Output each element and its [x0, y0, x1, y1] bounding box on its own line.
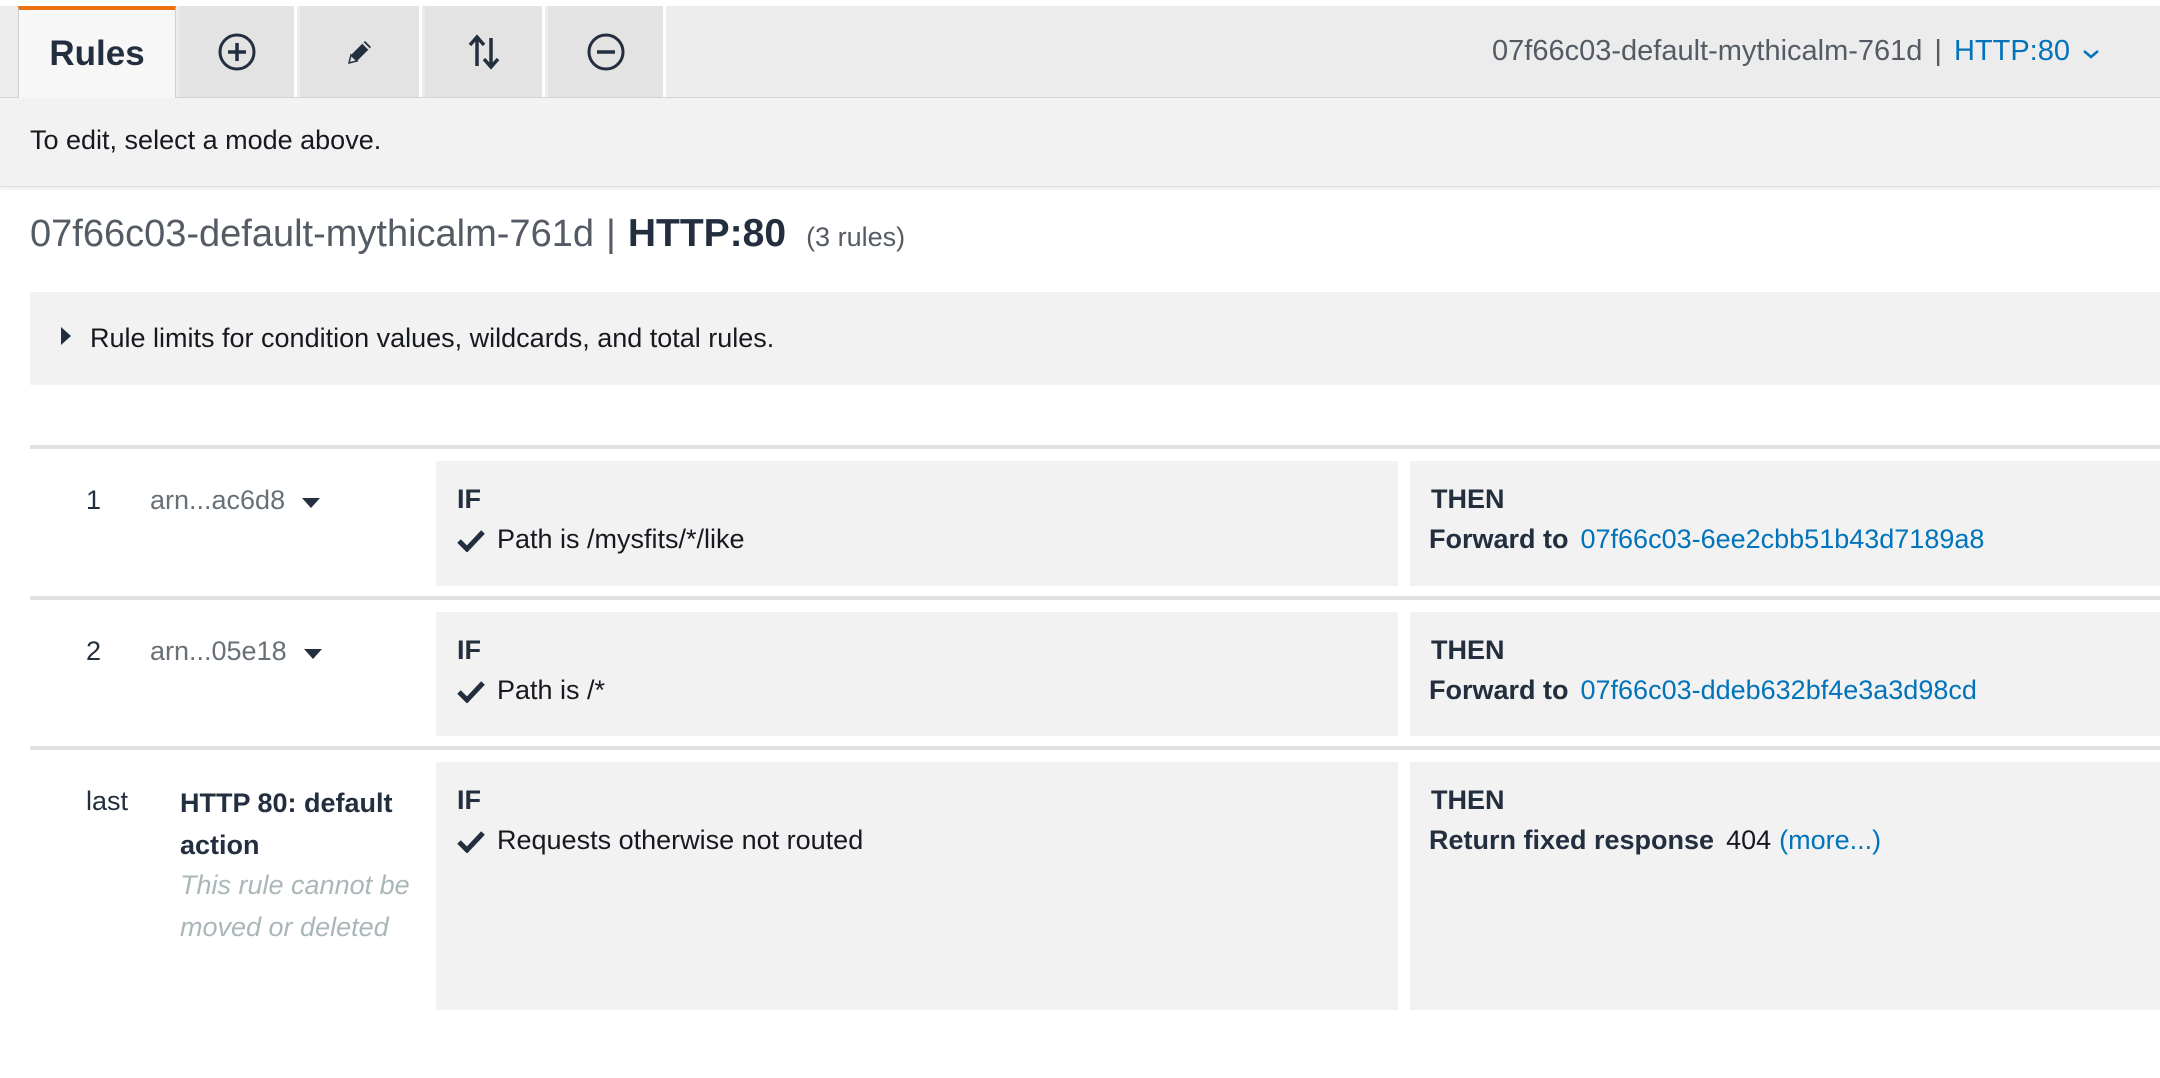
listener-selector[interactable]: 07f66c03-default-mythicalm-761d | HTTP:8… [1492, 6, 2100, 97]
rule-arn[interactable]: arn...05e18 [150, 636, 287, 667]
then-panel: THEN Forward to 07f66c03-ddeb632bf4e3a3d… [1410, 612, 2160, 736]
if-panel: IF Path is /mysfits/*/like [436, 461, 1398, 586]
title-load-balancer: 07f66c03-default-mythicalm-761d [30, 213, 594, 255]
rule-arn-dropdown[interactable]: arn...05e18 [150, 636, 323, 667]
mode-hint-bar: To edit, select a mode above. [0, 98, 2160, 187]
response-code: 404 [1726, 825, 1772, 855]
title-separator: | [605, 213, 616, 255]
rule-number: 2 [86, 636, 102, 666]
then-label: THEN [1431, 635, 1505, 665]
mode-hint-text: To edit, select a mode above. [30, 125, 382, 155]
action-verb: Forward to [1429, 524, 1569, 554]
separator: | [1934, 35, 1942, 67]
edit-rules-tab[interactable] [300, 6, 422, 97]
then-panel: THEN Forward to 07f66c03-6ee2cbb51b43d71… [1410, 461, 2160, 586]
rules-page: Rules 07f66c03-default-mythicalm-761d | [0, 0, 2160, 1078]
condition: Path is /* [457, 675, 605, 706]
listener-dropdown[interactable]: HTTP:80 [1954, 35, 2070, 68]
action-verb: Return fixed response [1429, 825, 1715, 855]
rule-limits-expander[interactable]: Rule limits for condition values, wildca… [30, 292, 2160, 385]
rule-arn-dropdown[interactable]: arn...ac6d8 [150, 485, 321, 516]
rule-arn[interactable]: arn...ac6d8 [150, 485, 285, 516]
title-listener: HTTP:80 [627, 212, 787, 255]
condition: Requests otherwise not routed [457, 825, 863, 856]
action-verb: Forward to [1429, 675, 1569, 705]
if-label: IF [457, 484, 481, 514]
tab-rules[interactable]: Rules [18, 6, 176, 98]
rule-limits-label[interactable]: Rule limits for condition values, wildca… [90, 323, 774, 354]
then-panel: THEN Return fixed response 404 (more...) [1410, 762, 2160, 1010]
remove-circle-icon [586, 32, 626, 72]
load-balancer-name: 07f66c03-default-mythicalm-761d [1492, 35, 1923, 67]
rule-divider [30, 596, 2160, 600]
reorder-rules-tab[interactable] [425, 6, 545, 97]
if-label: IF [457, 635, 481, 665]
add-rule-tab[interactable] [179, 6, 297, 97]
add-circle-icon [217, 32, 257, 72]
reorder-icon [466, 32, 502, 72]
rule-number: last [86, 786, 129, 816]
action: Return fixed response 404 (more...) [1429, 825, 1881, 856]
rule-divider [30, 445, 2160, 449]
rule-count: (3 rules) [806, 222, 906, 252]
if-panel: IF Path is /* [436, 612, 1398, 736]
if-panel: IF Requests otherwise not routed [436, 762, 1398, 1010]
target-group-link[interactable]: 07f66c03-6ee2cbb51b43d7189a8 [1581, 524, 1985, 555]
chevron-down-icon[interactable] [2082, 35, 2100, 68]
page-title: 07f66c03-default-mythicalm-761d | HTTP:8… [30, 212, 905, 256]
default-rule-note: This rule cannot be moved or deleted [180, 870, 410, 942]
target-group-link[interactable]: 07f66c03-ddeb632bf4e3a3d98cd [1581, 675, 1977, 706]
mode-toolbar: Rules 07f66c03-default-mythicalm-761d | [0, 6, 2160, 98]
condition: Path is /mysfits/*/like [457, 524, 745, 555]
caret-right-icon[interactable] [60, 326, 72, 351]
default-rule-title: HTTP 80: default action [180, 788, 393, 860]
caret-down-icon[interactable] [303, 636, 323, 667]
checkmark-icon [457, 529, 485, 552]
action: Forward to 07f66c03-6ee2cbb51b43d7189a8 [1429, 524, 1984, 555]
rule-divider [30, 746, 2160, 750]
condition-text: Requests otherwise not routed [497, 825, 864, 855]
rule-number: 1 [86, 485, 102, 515]
delete-rules-tab[interactable] [548, 6, 666, 97]
if-label: IF [457, 785, 481, 815]
caret-down-icon[interactable] [301, 485, 321, 516]
checkmark-icon [457, 680, 485, 703]
then-label: THEN [1431, 484, 1505, 514]
pencil-icon [342, 34, 378, 70]
condition-text: Path is /* [497, 675, 606, 705]
action: Forward to 07f66c03-ddeb632bf4e3a3d98cd [1429, 675, 1977, 706]
then-label: THEN [1431, 785, 1505, 815]
more-link[interactable]: (more...) [1779, 825, 1881, 856]
tab-rules-label: Rules [49, 34, 145, 73]
checkmark-icon [457, 830, 485, 853]
condition-text: Path is /mysfits/*/like [497, 524, 745, 554]
